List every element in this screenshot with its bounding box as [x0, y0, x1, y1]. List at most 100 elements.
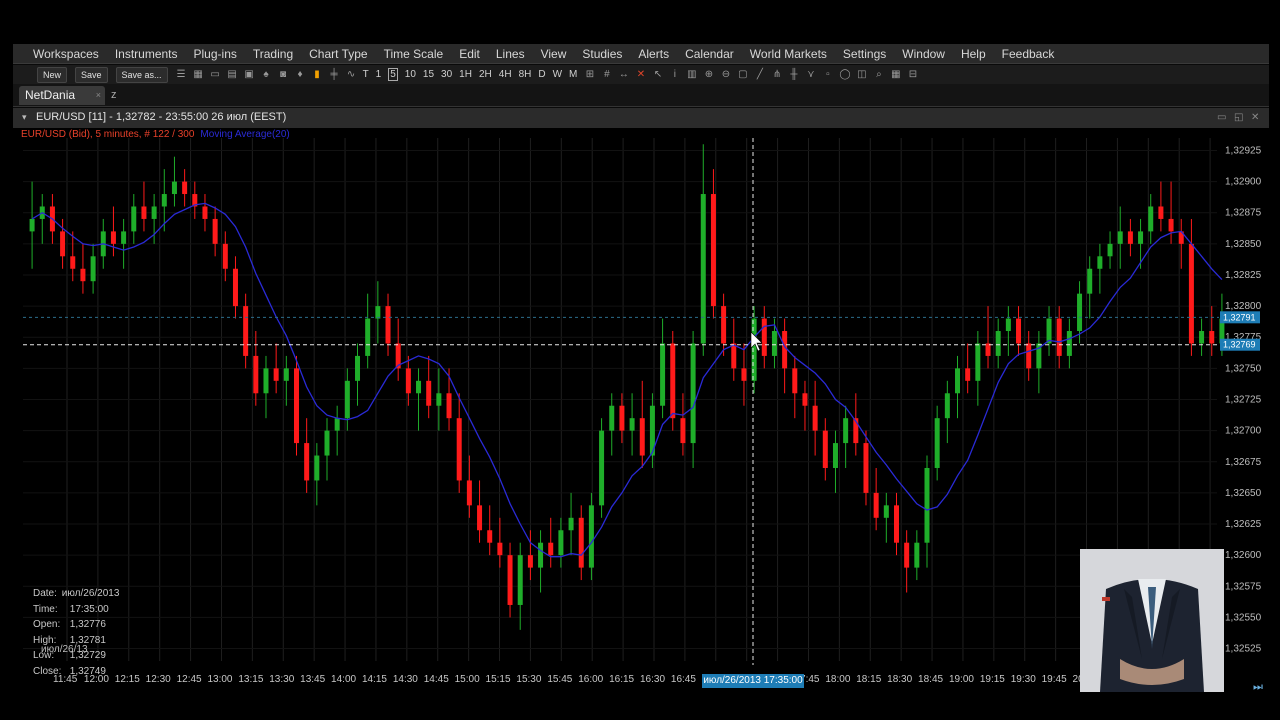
menu-studies[interactable]: Studies: [582, 47, 622, 61]
restore-icon[interactable]: ◱: [1234, 112, 1243, 123]
candle-body: [131, 206, 137, 232]
line-chart-icon[interactable]: ∿: [346, 69, 357, 80]
x-tick-label: 18:30: [887, 674, 913, 685]
close-icon[interactable]: ×: [96, 86, 101, 105]
y-tick-label: 1,32825: [1225, 270, 1262, 281]
x-tick-label: 11:45: [53, 674, 78, 685]
timeframe-15[interactable]: 15: [423, 69, 434, 80]
menu-chart-type[interactable]: Chart Type: [309, 47, 367, 61]
candle-body: [883, 505, 889, 518]
print-icon[interactable]: ▤: [227, 69, 238, 80]
menu-edit[interactable]: Edit: [459, 47, 480, 61]
camera-icon[interactable]: ◙: [278, 69, 289, 80]
info-icon[interactable]: i: [669, 69, 680, 80]
collapse-icon[interactable]: ▾: [22, 112, 27, 123]
crosshair-grid-icon[interactable]: ⊞: [584, 69, 595, 80]
new-button[interactable]: New: [37, 66, 68, 83]
menu-lines[interactable]: Lines: [496, 47, 525, 61]
trendline-icon[interactable]: ╱: [754, 69, 765, 80]
candle-body: [660, 343, 666, 406]
text-tool-icon[interactable]: ◫: [856, 69, 867, 80]
timeframe-8h[interactable]: 8H: [519, 69, 532, 80]
y-tick-label: 1,32925: [1225, 145, 1262, 156]
timeframe-5[interactable]: 5: [388, 68, 398, 81]
candle-body: [965, 368, 971, 381]
candle-body: [1199, 331, 1205, 344]
candle-chart-icon[interactable]: ▮: [312, 69, 323, 80]
fork-icon[interactable]: ⋔: [771, 69, 782, 80]
tab-netdania[interactable]: NetDania ×: [19, 86, 105, 105]
timeframe-2h[interactable]: 2H: [479, 69, 492, 80]
layout-icon[interactable]: ☰: [176, 69, 187, 80]
menu-trading[interactable]: Trading: [253, 47, 293, 61]
save-button[interactable]: Save: [75, 66, 108, 83]
measure-icon[interactable]: ⊟: [907, 69, 918, 80]
info-open-label: Open:: [33, 619, 61, 631]
cursor-icon[interactable]: ↖: [652, 69, 663, 80]
magnifier-icon[interactable]: ⌕: [873, 69, 884, 80]
tab-z[interactable]: z: [105, 86, 127, 105]
volume-icon[interactable]: ▥: [686, 69, 697, 80]
x-tick-label: 18:00: [825, 674, 851, 685]
candle-body: [507, 555, 513, 605]
gann-icon[interactable]: ⋎: [805, 69, 816, 80]
menu-feedback[interactable]: Feedback: [1002, 47, 1055, 61]
candle-body: [843, 418, 849, 444]
pin-icon[interactable]: ♦: [295, 69, 306, 80]
minimize-icon[interactable]: ▭: [1217, 112, 1226, 123]
menu-window[interactable]: Window: [902, 47, 945, 61]
timeframe-t[interactable]: T: [363, 69, 369, 80]
candle-body: [629, 418, 635, 431]
candle-body: [446, 393, 452, 419]
menu-view[interactable]: View: [541, 47, 567, 61]
timeframe-1[interactable]: 1: [376, 69, 382, 80]
timeframe-d[interactable]: D: [538, 69, 545, 80]
candle-body: [324, 430, 330, 456]
y-tick-label: 1,32725: [1225, 395, 1262, 406]
menu-world-markets[interactable]: World Markets: [750, 47, 827, 61]
table-icon[interactable]: ▦: [890, 69, 901, 80]
zoom-fit-icon[interactable]: ▢: [737, 69, 748, 80]
menu-instruments[interactable]: Instruments: [115, 47, 178, 61]
candle-body: [741, 368, 747, 381]
timeframe-w[interactable]: W: [553, 69, 562, 80]
rectangle-icon[interactable]: ▫: [822, 69, 833, 80]
grid-icon[interactable]: ▦: [193, 69, 204, 80]
timeframe-m[interactable]: M: [569, 69, 577, 80]
timeframe-30[interactable]: 30: [441, 69, 452, 80]
menu-settings[interactable]: Settings: [843, 47, 886, 61]
menu-workspaces[interactable]: Workspaces: [33, 47, 99, 61]
calc-icon[interactable]: ▣: [244, 69, 255, 80]
window-icon[interactable]: ▭: [210, 69, 221, 80]
zoom-out-icon[interactable]: ⊖: [720, 69, 731, 80]
y-tick-label: 1,32650: [1225, 488, 1262, 499]
menu-time-scale[interactable]: Time Scale: [384, 47, 444, 61]
play-icon[interactable]: ⏭: [1253, 681, 1263, 694]
candle-body: [80, 268, 86, 282]
arrows-icon[interactable]: ↔: [618, 69, 629, 80]
save-as-button[interactable]: Save as...: [115, 66, 168, 83]
bar-chart-icon[interactable]: ╪: [329, 69, 340, 80]
info-date-label: Date:: [33, 588, 57, 599]
menu-calendar[interactable]: Calendar: [685, 47, 734, 61]
timeframe-1h[interactable]: 1H: [459, 69, 472, 80]
close-window-icon[interactable]: ✕: [1251, 112, 1259, 123]
bell-icon[interactable]: ♠: [261, 69, 272, 80]
x-tick-label: 14:45: [423, 674, 449, 685]
timeframe-10[interactable]: 10: [405, 69, 416, 80]
candle-body: [90, 256, 96, 282]
delete-icon[interactable]: ✕: [635, 69, 646, 80]
candle-body: [639, 418, 645, 456]
menu-alerts[interactable]: Alerts: [638, 47, 669, 61]
fibonacci-icon[interactable]: ╫: [788, 69, 799, 80]
menu-help[interactable]: Help: [961, 47, 986, 61]
cursor-time-label: июл/26/2013 17:35:00: [702, 674, 804, 688]
info-date: июл/26/2013: [61, 588, 120, 599]
zoom-in-icon[interactable]: ⊕: [703, 69, 714, 80]
ellipse-icon[interactable]: ◯: [839, 69, 850, 80]
x-tick-label: 16:30: [640, 674, 666, 685]
menu-plug-ins[interactable]: Plug-ins: [194, 47, 237, 61]
hash-icon[interactable]: #: [601, 69, 612, 80]
timeframe-4h[interactable]: 4H: [499, 69, 512, 80]
candle-body: [944, 393, 950, 419]
